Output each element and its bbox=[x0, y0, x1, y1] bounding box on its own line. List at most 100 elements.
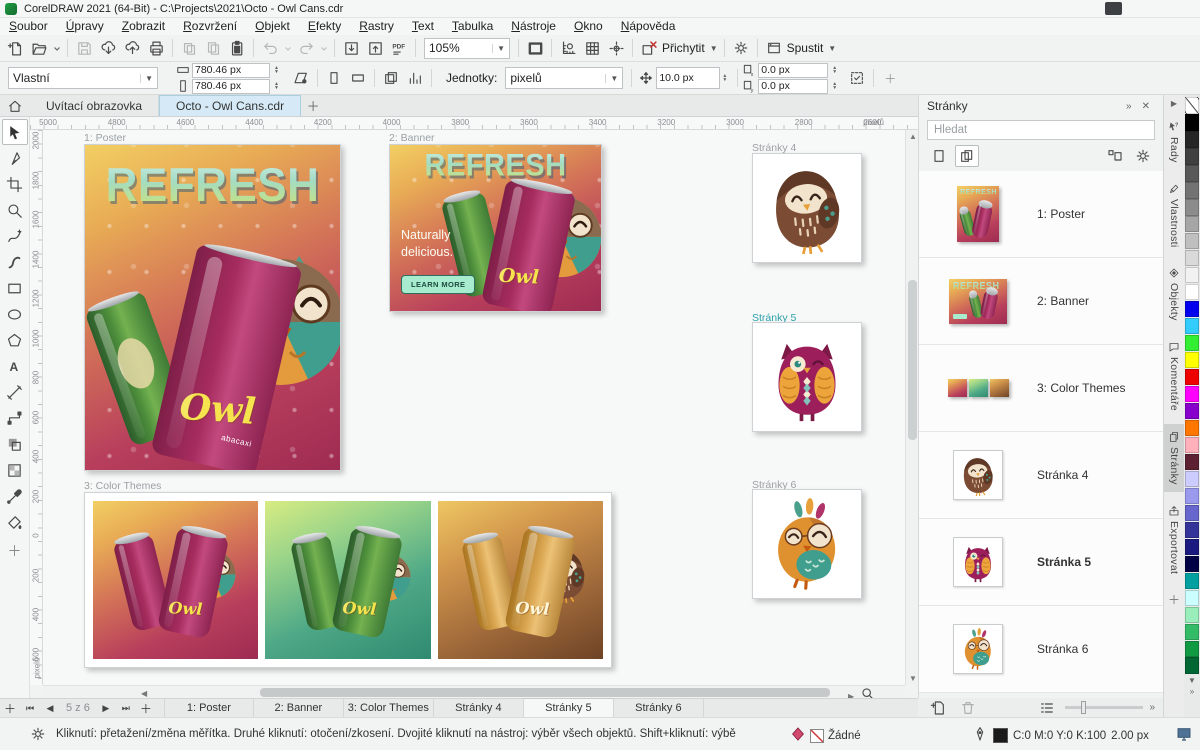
new-document-button[interactable] bbox=[3, 37, 27, 59]
color-swatch[interactable] bbox=[1185, 284, 1199, 301]
connector-tool[interactable] bbox=[2, 405, 28, 431]
duplicate-x-field[interactable]: 0.0 px bbox=[758, 63, 828, 78]
color-swatch[interactable] bbox=[1185, 301, 1199, 318]
page-tab-4[interactable]: Stránky 4 bbox=[434, 699, 524, 718]
color-swatch[interactable] bbox=[1185, 471, 1199, 488]
color-swatch[interactable] bbox=[1185, 505, 1199, 522]
snap-menu-label[interactable]: Přichytit bbox=[662, 41, 705, 55]
freehand-tool[interactable] bbox=[2, 223, 28, 249]
palette-more-icon[interactable]: » bbox=[1190, 687, 1194, 696]
fill-status[interactable]: Žádné bbox=[790, 726, 861, 745]
menu-objekt[interactable]: Objekt bbox=[246, 18, 299, 35]
palette-scroll-down-icon[interactable]: ▼ bbox=[1188, 676, 1196, 685]
scroll-left-arrow[interactable]: ◀ bbox=[141, 689, 147, 698]
export-button[interactable] bbox=[363, 37, 387, 59]
duplicate-x-spinner[interactable]: ▲▼ bbox=[830, 66, 837, 74]
portrait-button[interactable] bbox=[322, 66, 346, 90]
artboard-page4[interactable] bbox=[752, 153, 862, 263]
page-thumbnail[interactable]: REFRESH bbox=[919, 279, 1037, 324]
color-swatch[interactable] bbox=[1185, 386, 1199, 403]
tab-welcome-screen[interactable]: Uvítací obrazovka bbox=[30, 95, 159, 116]
scroll-up-arrow[interactable]: ▲ bbox=[909, 132, 917, 141]
artboard-themes[interactable]: Owl Owl Owl bbox=[84, 492, 612, 668]
page-height-field[interactable]: 780.46 px bbox=[192, 79, 270, 94]
nudge-offset-field[interactable]: 10.0 px bbox=[656, 67, 720, 89]
launch-app-button[interactable] bbox=[762, 37, 786, 59]
color-swatch[interactable] bbox=[1185, 420, 1199, 437]
launch-menu-label[interactable]: Spustit bbox=[787, 41, 824, 55]
paste-button[interactable] bbox=[225, 37, 249, 59]
publish-pdf-button[interactable]: PDF bbox=[387, 37, 411, 59]
page-dimensions-button[interactable] bbox=[403, 66, 427, 90]
import-button[interactable] bbox=[339, 37, 363, 59]
cut-button[interactable] bbox=[177, 37, 201, 59]
color-swatch[interactable] bbox=[1185, 131, 1199, 148]
artboard-page5[interactable] bbox=[752, 322, 862, 432]
landscape-button[interactable] bbox=[346, 66, 370, 90]
page-tab-3[interactable]: 3: Color Themes bbox=[344, 699, 434, 718]
open-document-button[interactable] bbox=[27, 37, 51, 59]
transparency-tool[interactable] bbox=[2, 457, 28, 483]
artistic-media-tool[interactable] bbox=[2, 249, 28, 275]
docker-page-row-3[interactable]: 3: Color Themes bbox=[919, 345, 1163, 432]
menu-soubor[interactable]: Soubor bbox=[0, 18, 57, 35]
drop-shadow-tool[interactable] bbox=[2, 431, 28, 457]
show-guidelines-button[interactable] bbox=[604, 37, 628, 59]
color-swatch[interactable] bbox=[1185, 556, 1199, 573]
treat-as-filled-button[interactable] bbox=[845, 66, 869, 90]
color-swatch[interactable] bbox=[1185, 522, 1199, 539]
page-tab-5[interactable]: Stránky 5 bbox=[524, 698, 614, 717]
duplicate-y-spinner[interactable]: ▲▼ bbox=[830, 82, 837, 90]
color-swatch[interactable] bbox=[1185, 607, 1199, 624]
page-thumbnail[interactable] bbox=[919, 537, 1037, 587]
page-tab-6[interactable]: Stránky 6 bbox=[614, 699, 704, 718]
docker-page-row-6[interactable]: Stránka 6 bbox=[919, 606, 1163, 693]
duplicate-y-field[interactable]: 0.0 px bbox=[758, 79, 828, 94]
menu-rastry[interactable]: Rastry bbox=[350, 18, 403, 35]
docker-page-row-1[interactable]: REFRESH1: Poster bbox=[919, 171, 1163, 258]
snap-off-button[interactable] bbox=[637, 37, 661, 59]
color-swatch[interactable] bbox=[1185, 488, 1199, 505]
color-swatch[interactable] bbox=[1185, 250, 1199, 267]
color-swatch[interactable] bbox=[1185, 165, 1199, 182]
color-swatch[interactable] bbox=[1185, 114, 1199, 131]
pages-search-input[interactable] bbox=[927, 120, 1155, 140]
menu-tabulka[interactable]: Tabulka bbox=[443, 18, 502, 35]
polygon-tool[interactable] bbox=[2, 327, 28, 353]
page-preset-combo[interactable]: Vlastní ▼ bbox=[8, 67, 158, 89]
home-tab-button[interactable] bbox=[0, 95, 30, 116]
previous-page-button[interactable]: ◀ bbox=[40, 703, 60, 714]
redo-button[interactable] bbox=[294, 37, 318, 59]
customize-plus-button[interactable]: ＋ bbox=[878, 66, 902, 90]
show-grid-button[interactable] bbox=[580, 37, 604, 59]
undo-dropdown[interactable] bbox=[282, 37, 294, 59]
all-pages-button[interactable] bbox=[379, 66, 403, 90]
docker-page-row-2[interactable]: REFRESH2: Banner bbox=[919, 258, 1163, 345]
no-color-swatch[interactable] bbox=[1185, 97, 1199, 114]
color-swatch[interactable] bbox=[1185, 318, 1199, 335]
show-rulers-button[interactable] bbox=[556, 37, 580, 59]
page-thumbnail[interactable] bbox=[919, 450, 1037, 500]
rectangle-tool[interactable] bbox=[2, 275, 28, 301]
color-swatch[interactable] bbox=[1185, 335, 1199, 352]
titlebar-screen-icon[interactable] bbox=[1105, 2, 1122, 15]
menu-upravy[interactable]: Úpravy bbox=[57, 18, 113, 35]
docker-expand-icon[interactable]: » bbox=[1121, 101, 1137, 112]
dimension-tool[interactable] bbox=[2, 379, 28, 405]
crop-tool[interactable] bbox=[2, 171, 28, 197]
docker-options-gear-button[interactable] bbox=[1131, 145, 1155, 167]
angle-button[interactable] bbox=[289, 66, 313, 90]
color-swatch[interactable] bbox=[1185, 437, 1199, 454]
zoom-tool[interactable] bbox=[2, 197, 28, 223]
color-swatch[interactable] bbox=[1185, 352, 1199, 369]
color-proof-monitor-icon[interactable] bbox=[1176, 726, 1192, 745]
thumbnail-size-button[interactable] bbox=[1103, 145, 1127, 167]
menu-napoveda[interactable]: Nápověda bbox=[612, 18, 685, 35]
add-page-after-button[interactable]: ＋ bbox=[136, 700, 156, 717]
vertical-scroll-thumb[interactable] bbox=[908, 280, 917, 440]
color-swatch[interactable] bbox=[1185, 403, 1199, 420]
page-height-spinner[interactable]: ▲▼ bbox=[272, 82, 279, 90]
docker-tab-exportovat[interactable]: Exportovat bbox=[1164, 498, 1185, 581]
save-button[interactable] bbox=[72, 37, 96, 59]
delete-page-button[interactable] bbox=[956, 697, 980, 719]
